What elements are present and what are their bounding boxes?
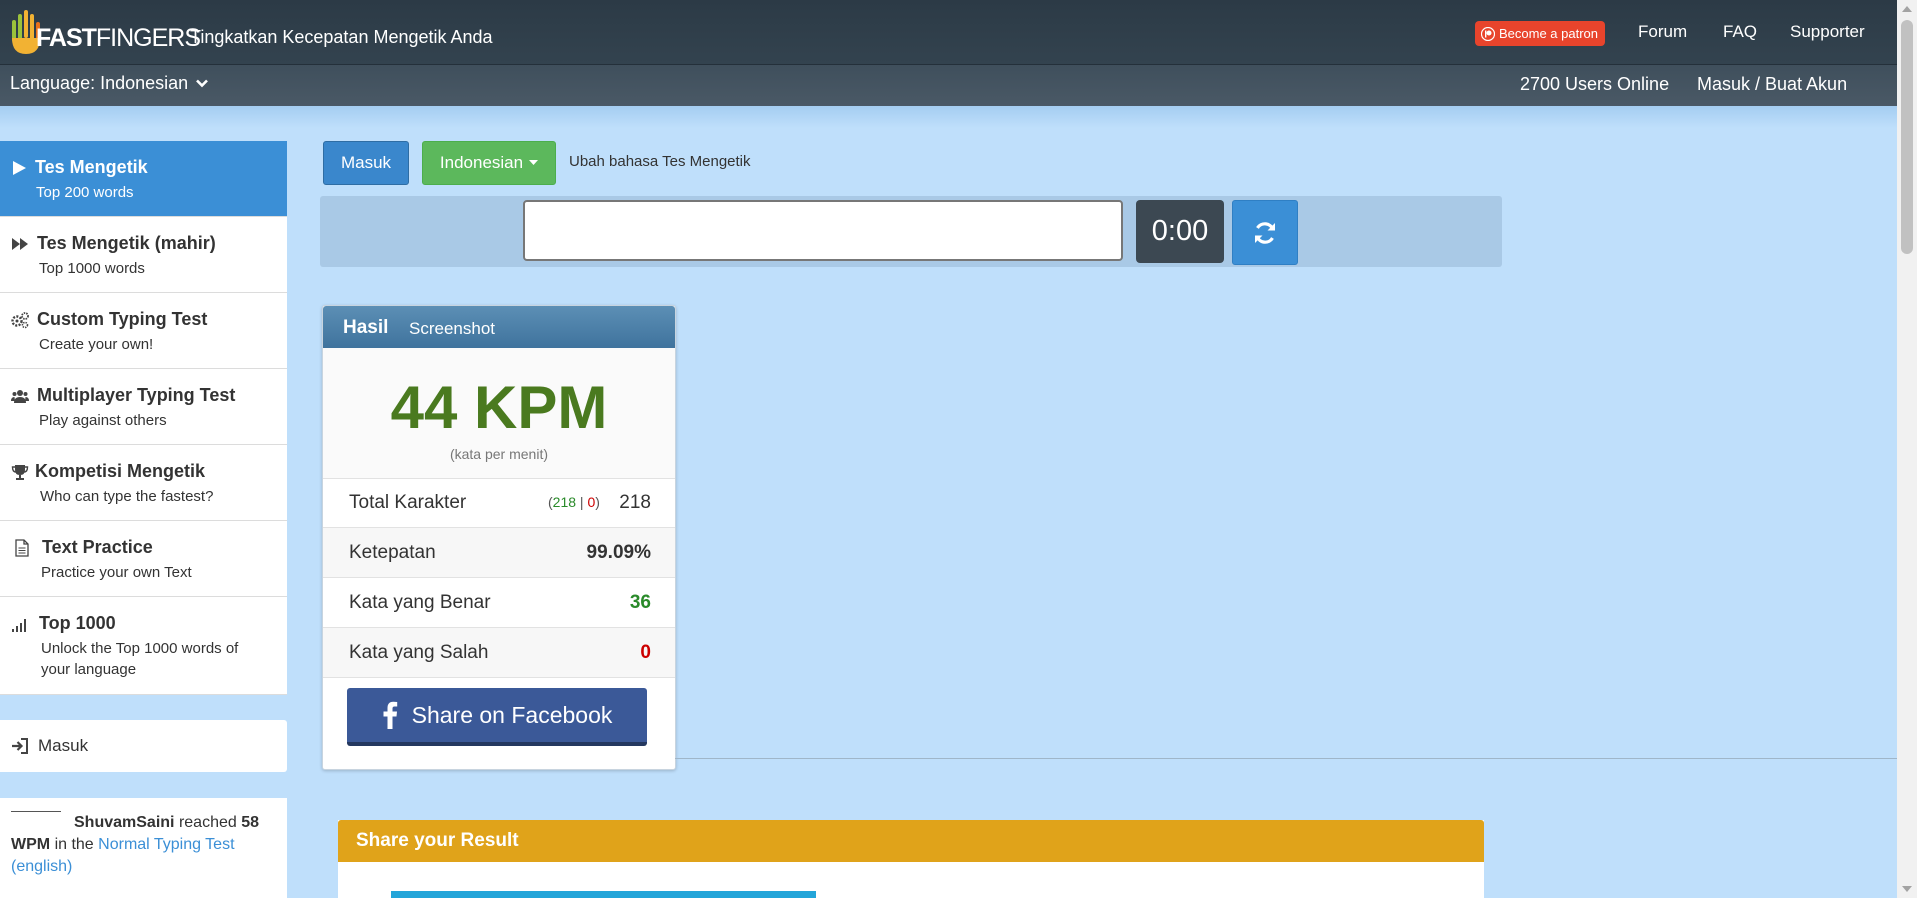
keystrokes-label: Total Karakter xyxy=(349,492,467,513)
sidebar-item-title: Top 1000 xyxy=(39,613,116,633)
sidebar-item-subtitle: Practice your own Text xyxy=(41,564,192,581)
top-header: FASTFINGERS Tingkatkan Kecepatan Mengeti… xyxy=(0,0,1897,64)
keystrokes-total: 218 xyxy=(619,492,651,513)
header-shadow xyxy=(0,106,1897,128)
correct-words-value: 36 xyxy=(629,592,651,613)
signal-icon xyxy=(12,619,26,632)
chevron-down-icon xyxy=(196,79,209,88)
sidebar-item-subtitle: Who can type the fastest? xyxy=(40,488,214,505)
tab-result[interactable]: Hasil xyxy=(343,317,388,339)
result-row-accuracy: Ketepatan 99.09% xyxy=(323,528,675,578)
change-test-language-link[interactable]: Ubah bahasa Tes Mengetik xyxy=(569,153,751,170)
restart-test-button[interactable] xyxy=(1232,200,1298,265)
scroll-down-arrow-icon[interactable] xyxy=(1902,886,1912,892)
file-icon xyxy=(15,539,29,557)
activity-user[interactable]: ShuvamSaini xyxy=(74,814,174,831)
sidebar-item-top-1000[interactable]: Top 1000 Unlock the Top 1000 words of yo… xyxy=(0,597,287,695)
sidebar-item-custom-test[interactable]: Custom Typing Test Create your own! xyxy=(0,293,287,369)
language-bar: Language: Indonesian 2700 Users Online M… xyxy=(0,64,1897,107)
language-dropdown[interactable]: Language: Indonesian xyxy=(10,73,209,94)
sidebar-item-subtitle: Top 1000 words xyxy=(39,260,145,277)
login-button[interactable]: Masuk xyxy=(323,141,409,185)
sidebar-item-typing-test[interactable]: Tes Mengetik Top 200 words xyxy=(0,141,287,217)
sidebar-item-text-practice[interactable]: Text Practice Practice your own Text xyxy=(0,521,287,597)
result-panel: Hasil Screenshot 44 KPM (kata per menit)… xyxy=(322,305,676,770)
section-divider xyxy=(675,758,1897,759)
patron-label: Become a patron xyxy=(1499,26,1599,41)
accuracy-label: Ketepatan xyxy=(349,542,436,563)
scrollbar-thumb[interactable] xyxy=(1901,20,1913,254)
nav-supporter-link[interactable]: Supporter xyxy=(1790,22,1865,42)
sign-in-icon xyxy=(12,738,28,754)
sidebar-item-title: Multiplayer Typing Test xyxy=(37,385,236,405)
share-result-header: Share your Result xyxy=(338,820,1484,862)
result-row-keystrokes: Total Karakter (218 | 0) 218 xyxy=(323,478,675,528)
facebook-icon xyxy=(383,701,397,729)
sidebar-login-button[interactable]: Masuk xyxy=(0,720,287,772)
sidebar-login-label: Masuk xyxy=(38,736,89,755)
sidebar-item-subtitle: Unlock the Top 1000 words of your langua… xyxy=(41,640,239,678)
sidebar-item-multiplayer[interactable]: Multiplayer Typing Test Play against oth… xyxy=(0,369,287,445)
logo-text-bold: FAST xyxy=(36,24,97,52)
become-patron-button[interactable]: Become a patron xyxy=(1475,21,1606,46)
correct-words-label: Kata yang Benar xyxy=(349,592,491,613)
keystrokes-correct: 218 xyxy=(552,494,577,510)
users-online-count: 2700 Users Online xyxy=(1520,74,1670,94)
countdown-timer: 0:00 xyxy=(1136,200,1224,263)
accuracy-value: 99.09% xyxy=(586,542,651,563)
sidebar-item-typing-test-advanced[interactable]: Tes Mengetik (mahir) Top 1000 words xyxy=(0,217,287,293)
activity-entry: ShuvamSaini reached 58 WPM in the Normal… xyxy=(11,812,281,878)
recent-activity-feed: ShuvamSaini reached 58 WPM in the Normal… xyxy=(0,798,287,898)
nav-faq-link[interactable]: FAQ xyxy=(1723,22,1757,42)
nav-forum-link[interactable]: Forum xyxy=(1638,22,1687,42)
fast-forward-icon xyxy=(12,238,28,250)
result-panel-header: Hasil Screenshot xyxy=(323,306,675,348)
test-language-label: Indonesian xyxy=(439,153,524,172)
site-logo-text[interactable]: FASTFINGERS xyxy=(36,24,201,53)
logo-text-light: FINGERS xyxy=(95,24,201,52)
share-facebook-label: Share on Facebook xyxy=(411,701,613,728)
sidebar-item-title: Tes Mengetik xyxy=(35,157,148,177)
page-scrollbar[interactable] xyxy=(1897,0,1917,898)
wrong-words-label: Kata yang Salah xyxy=(349,642,489,663)
activity-reached: reached xyxy=(178,814,237,831)
wpm-box: 44 KPM (kata per menit) xyxy=(323,348,675,479)
refresh-icon xyxy=(1255,221,1275,244)
scroll-up-arrow-icon[interactable] xyxy=(1902,6,1912,12)
play-icon xyxy=(13,161,26,175)
sidebar-item-title: Tes Mengetik (mahir) xyxy=(37,233,216,253)
site-tagline: Tingkatkan Kecepatan Mengetik Anda xyxy=(190,27,493,47)
share-facebook-button[interactable]: Share on Facebook xyxy=(347,688,647,746)
wpm-label: (kata per menit) xyxy=(449,446,549,462)
keystrokes-wrong: 0 xyxy=(587,494,596,510)
patreon-icon xyxy=(1481,26,1495,41)
users-icon xyxy=(11,390,29,403)
sidebar-item-title: Kompetisi Mengetik xyxy=(35,461,206,481)
trophy-icon xyxy=(11,465,29,480)
language-label: Language: Indonesian xyxy=(10,73,189,93)
sidebar-item-title: Text Practice xyxy=(42,537,153,557)
sidebar-item-subtitle: Top 200 words xyxy=(36,184,134,201)
gears-icon xyxy=(11,312,29,329)
test-language-dropdown[interactable]: Indonesian xyxy=(422,141,556,185)
sidebar-item-subtitle: Create your own! xyxy=(39,336,154,353)
wrong-words-value: 0 xyxy=(640,642,651,663)
share-result-title: Share your Result xyxy=(356,830,519,851)
tab-screenshot[interactable]: Screenshot xyxy=(409,319,495,339)
sidebar-item-competition[interactable]: Kompetisi Mengetik Who can type the fast… xyxy=(0,445,287,521)
share-result-panel: Share your Result xyxy=(338,820,1484,898)
sidebar-item-title: Custom Typing Test xyxy=(37,309,208,329)
login-register-link[interactable]: Masuk / Buat Akun xyxy=(1697,74,1847,95)
result-row-correct-words: Kata yang Benar 36 xyxy=(323,578,675,628)
sidebar: Tes Mengetik Top 200 words Tes Mengetik … xyxy=(0,141,287,695)
sidebar-item-subtitle: Play against others xyxy=(39,412,167,429)
wpm-value: 44 KPM xyxy=(390,374,608,441)
typing-input[interactable] xyxy=(523,200,1123,261)
keystrokes-detail: (218 | 0) xyxy=(548,494,600,510)
caret-down-icon xyxy=(529,160,539,165)
result-row-wrong-words: Kata yang Salah 0 xyxy=(323,628,675,678)
activity-in-the: in the xyxy=(54,836,94,853)
share-result-image xyxy=(391,891,816,898)
